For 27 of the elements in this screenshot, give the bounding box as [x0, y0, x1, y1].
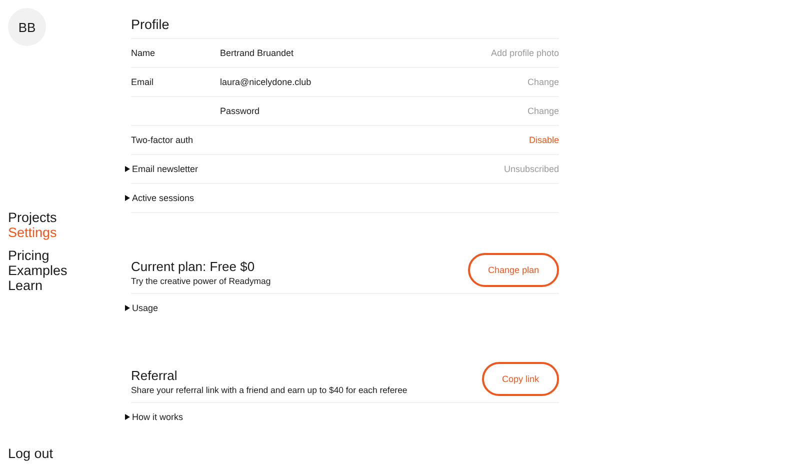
avatar[interactable]: BB — [8, 8, 46, 46]
section-subtitle: Try the creative power of Readymag — [131, 276, 271, 286]
triangle-icon — [125, 305, 130, 311]
nav-link[interactable]: Projects — [8, 210, 57, 225]
expander-toggle[interactable]: Active sessions — [125, 193, 194, 203]
field-value: Bertrand Bruandet — [220, 48, 295, 58]
field-value: laura@nicelydone.club — [220, 77, 312, 87]
action-button[interactable]: Copy link — [482, 362, 559, 396]
triangle-icon — [125, 414, 130, 420]
expander-toggle[interactable]: How it works — [125, 412, 184, 422]
field-label: Email — [131, 77, 155, 87]
nav-link[interactable]: Examples — [8, 263, 68, 278]
expander-toggle[interactable]: Usage — [125, 303, 158, 313]
section-title: Referral — [131, 368, 178, 382]
field-value: Password — [220, 106, 261, 116]
triangle-icon — [125, 195, 130, 201]
nav-link[interactable]: Pricing — [8, 248, 50, 263]
triangle-icon — [125, 166, 130, 172]
logout-link[interactable]: Log out — [8, 446, 54, 461]
action-button[interactable]: Change plan — [468, 253, 559, 287]
nav-link[interactable]: Learn — [8, 278, 43, 293]
section-title: Profile — [131, 16, 559, 39]
section-title: Current plan: Free $0 — [131, 258, 256, 274]
expander-toggle[interactable]: Email newsletter — [125, 164, 198, 174]
field-label: Name — [131, 48, 156, 58]
section-subtitle: Share your referral link with a friend and earn up to $40 for each referee — [131, 384, 408, 394]
field-label: Two-factor auth — [131, 135, 194, 145]
